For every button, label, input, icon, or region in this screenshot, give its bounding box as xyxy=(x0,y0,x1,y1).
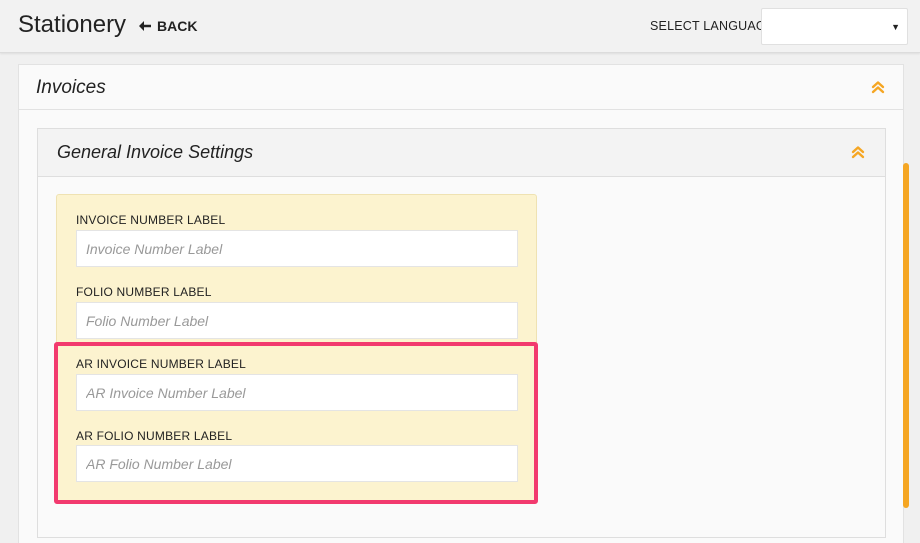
folio-number-label-input[interactable] xyxy=(76,302,518,339)
page-title: Stationery xyxy=(18,11,127,38)
general-invoice-settings-title: General Invoice Settings xyxy=(57,142,254,162)
language-select[interactable]: ▼ xyxy=(761,8,908,45)
select-language-label: SELECT LANGUAGE xyxy=(650,19,775,33)
ar-invoice-number-label-title: AR INVOICE NUMBER LABEL xyxy=(76,357,246,371)
chevron-double-up-icon[interactable] xyxy=(851,145,867,161)
invoice-number-label-title: INVOICE NUMBER LABEL xyxy=(76,213,226,227)
scrollbar[interactable] xyxy=(903,163,909,508)
chevron-double-up-icon[interactable] xyxy=(871,80,887,96)
ar-invoice-number-label-input[interactable] xyxy=(76,374,518,411)
invoices-panel: Invoices General Invoice Settings INVOIC… xyxy=(18,64,904,543)
general-invoice-settings-panel: General Invoice Settings INVOICE NUMBER … xyxy=(37,128,886,538)
ar-folio-number-label-title: AR FOLIO NUMBER LABEL xyxy=(76,429,233,443)
general-invoice-settings-header[interactable]: General Invoice Settings xyxy=(38,129,885,177)
invoice-number-label-input[interactable] xyxy=(76,230,518,267)
folio-number-label-title: FOLIO NUMBER LABEL xyxy=(76,285,212,299)
invoice-labels-form: INVOICE NUMBER LABEL FOLIO NUMBER LABEL … xyxy=(56,194,537,503)
back-button[interactable]: BACK xyxy=(139,18,197,34)
page: Stationery BACK SELECT LANGUAGE ▼ Invoic… xyxy=(0,0,920,543)
ar-folio-number-label-input[interactable] xyxy=(76,445,518,482)
back-label: BACK xyxy=(157,18,198,34)
caret-down-icon: ▼ xyxy=(891,22,900,32)
arrow-left-icon xyxy=(139,18,151,34)
invoices-panel-title: Invoices xyxy=(36,77,106,98)
top-header: Stationery BACK SELECT LANGUAGE ▼ xyxy=(0,0,920,53)
invoices-panel-header[interactable]: Invoices xyxy=(19,65,903,110)
